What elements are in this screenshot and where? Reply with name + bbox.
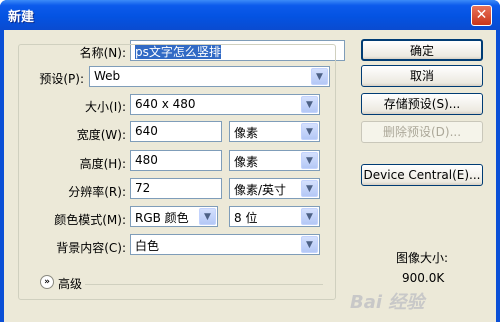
double-chevron-down-icon[interactable]: » <box>40 275 54 289</box>
color-mode-select[interactable]: RGB 颜色 ▼ <box>130 206 218 227</box>
size-select[interactable]: 640 x 480 ▼ <box>130 94 320 115</box>
image-size-label: 图像大小: <box>396 251 449 265</box>
resolution-label: 分辨率(R): <box>68 185 126 199</box>
chevron-down-icon[interactable]: ▼ <box>301 236 318 253</box>
width-unit-select[interactable]: 像素 ▼ <box>229 121 320 142</box>
close-button[interactable]: ✕ <box>471 5 492 26</box>
width-label: 宽度(W): <box>76 128 126 142</box>
ok-button[interactable]: 确定 <box>361 39 483 61</box>
chevron-down-icon[interactable]: ▼ <box>301 180 318 197</box>
advanced-separator <box>85 284 323 285</box>
bit-depth-value: 8 位 <box>234 211 258 225</box>
bit-depth-select[interactable]: 8 位 ▼ <box>229 206 320 227</box>
chevron-down-icon[interactable]: ▼ <box>301 96 318 113</box>
preset-value: Web <box>94 69 121 83</box>
device-central-button[interactable]: Device Central(E)... <box>361 164 483 186</box>
preset-label: 预设(P): <box>22 70 84 87</box>
height-unit-select[interactable]: 像素 ▼ <box>229 150 320 171</box>
resolution-value: 72 <box>135 181 151 195</box>
height-value: 480 <box>135 153 158 167</box>
resolution-input[interactable]: 72 <box>130 178 222 199</box>
chevron-down-icon[interactable]: ▼ <box>199 208 216 225</box>
height-input[interactable]: 480 <box>130 150 222 171</box>
image-size-value: 900.0K <box>402 271 445 285</box>
advanced-label[interactable]: 高级 <box>58 275 82 292</box>
resolution-unit-select[interactable]: 像素/英寸 ▼ <box>229 178 320 199</box>
background-select[interactable]: 白色 ▼ <box>130 234 320 255</box>
color-mode-label: 颜色模式(M): <box>54 213 126 227</box>
title-bar[interactable]: 新建 ✕ <box>0 0 500 30</box>
chevron-down-icon[interactable]: ▼ <box>301 208 318 225</box>
width-input[interactable]: 640 <box>130 121 222 142</box>
chevron-down-icon[interactable]: ▼ <box>301 152 318 169</box>
chevron-down-icon[interactable]: ▼ <box>301 123 318 140</box>
height-label: 高度(H): <box>79 157 126 171</box>
cancel-button[interactable]: 取消 <box>361 65 483 87</box>
dialog-title: 新建 <box>8 10 35 25</box>
save-preset-button[interactable]: 存储预设(S)... <box>361 93 483 115</box>
background-label: 背景内容(C): <box>56 241 126 255</box>
color-mode-value: RGB 颜色 <box>135 211 189 225</box>
height-unit: 像素 <box>234 155 259 169</box>
delete-preset-button[interactable]: 删除预设(D)... <box>361 121 483 143</box>
width-unit: 像素 <box>234 126 259 140</box>
chevron-down-icon[interactable]: ▼ <box>311 68 328 85</box>
size-value: 640 x 480 <box>135 97 196 111</box>
preset-select[interactable]: Web ▼ <box>89 66 330 87</box>
background-value: 白色 <box>135 239 160 253</box>
width-value: 640 <box>135 124 158 138</box>
watermark: Bai 经验 <box>350 292 425 313</box>
size-label: 大小(I): <box>85 100 126 114</box>
resolution-unit: 像素/英寸 <box>234 183 287 197</box>
